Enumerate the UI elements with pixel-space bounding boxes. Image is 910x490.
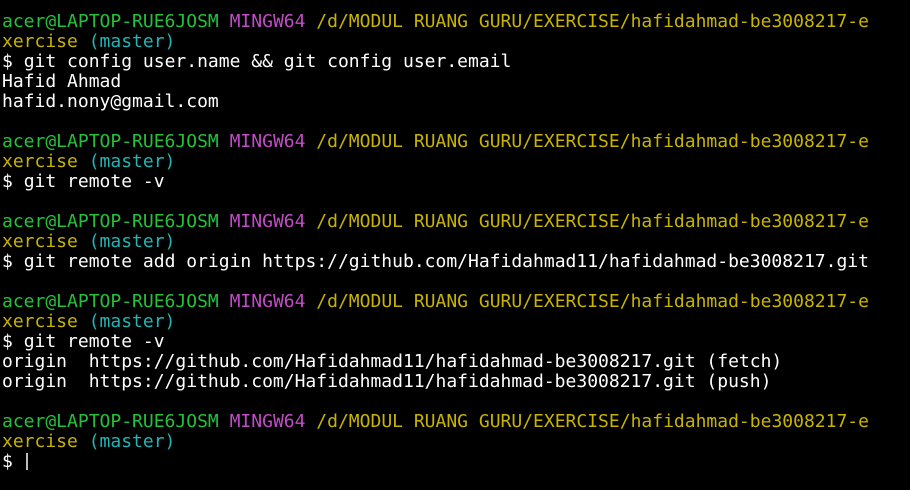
prompt-path-continued: xercise xyxy=(2,231,78,252)
prompt-symbol: $ xyxy=(2,331,13,352)
prompt-line-wrap: xercise (master) xyxy=(2,312,910,332)
prompt-line: acer@LAPTOP-RUE6JOSM MINGW64 /d/MODUL RU… xyxy=(2,12,910,32)
prompt-line: acer@LAPTOP-RUE6JOSM MINGW64 /d/MODUL RU… xyxy=(2,412,910,432)
prompt-user-host: acer@LAPTOP-RUE6JOSM xyxy=(2,411,219,432)
prompt-system: MINGW64 xyxy=(229,291,306,312)
prompt-user-host: acer@LAPTOP-RUE6JOSM xyxy=(2,131,219,152)
prompt-line-wrap: xercise (master) xyxy=(2,432,910,452)
terminal-window[interactable]: acer@LAPTOP-RUE6JOSM MINGW64 /d/MODUL RU… xyxy=(0,0,910,490)
prompt-path-continued: xercise xyxy=(2,31,78,52)
command-line: $ xyxy=(2,452,910,472)
prompt-branch: (master) xyxy=(88,431,176,452)
output-text: hafid.nony@gmail.com xyxy=(2,91,219,112)
prompt-path-continued: xercise xyxy=(2,431,78,452)
output-line: origin https://github.com/Hafidahmad11/h… xyxy=(2,372,910,392)
prompt-symbol: $ xyxy=(2,171,13,192)
output-line: origin https://github.com/Hafidahmad11/h… xyxy=(2,352,910,372)
text-cursor[interactable] xyxy=(25,453,28,470)
prompt-path: /d/MODUL RUANG GURU/EXERCISE/hafidahmad-… xyxy=(316,411,869,432)
prompt-line-wrap: xercise (master) xyxy=(2,152,910,172)
command-text: git config user.name && git config user.… xyxy=(23,51,512,72)
prompt-line: acer@LAPTOP-RUE6JOSM MINGW64 /d/MODUL RU… xyxy=(2,132,910,152)
output-text: Hafid Ahmad xyxy=(2,71,122,92)
prompt-line: acer@LAPTOP-RUE6JOSM MINGW64 /d/MODUL RU… xyxy=(2,212,910,232)
command-line: $ git remote add origin https://github.c… xyxy=(2,252,910,272)
prompt-path-continued: xercise xyxy=(2,311,78,332)
prompt-path: /d/MODUL RUANG GURU/EXERCISE/hafidahmad-… xyxy=(316,131,869,152)
command-line: $ git config user.name && git config use… xyxy=(2,52,910,72)
prompt-user-host: acer@LAPTOP-RUE6JOSM xyxy=(2,11,219,32)
command-line: $ git remote -v xyxy=(2,172,910,192)
prompt-branch: (master) xyxy=(88,311,176,332)
command-text: git remote -v xyxy=(23,331,165,352)
prompt-path: /d/MODUL RUANG GURU/EXERCISE/hafidahmad-… xyxy=(316,291,869,312)
prompt-line: acer@LAPTOP-RUE6JOSM MINGW64 /d/MODUL RU… xyxy=(2,292,910,312)
prompt-symbol: $ xyxy=(2,451,13,472)
output-text: origin https://github.com/Hafidahmad11/h… xyxy=(2,351,783,372)
prompt-path: /d/MODUL RUANG GURU/EXERCISE/hafidahmad-… xyxy=(316,11,869,32)
prompt-system: MINGW64 xyxy=(229,211,306,232)
prompt-branch: (master) xyxy=(88,31,176,52)
prompt-user-host: acer@LAPTOP-RUE6JOSM xyxy=(2,291,219,312)
output-line: Hafid Ahmad xyxy=(2,72,910,92)
prompt-system: MINGW64 xyxy=(229,411,306,432)
command-line: $ git remote -v xyxy=(2,332,910,352)
prompt-system: MINGW64 xyxy=(229,131,306,152)
output-text: origin https://github.com/Hafidahmad11/h… xyxy=(2,371,772,392)
prompt-symbol: $ xyxy=(2,51,13,72)
command-text: git remote -v xyxy=(23,171,165,192)
prompt-branch: (master) xyxy=(88,151,176,172)
prompt-user-host: acer@LAPTOP-RUE6JOSM xyxy=(2,211,219,232)
command-text: git remote add origin https://github.com… xyxy=(23,251,869,272)
prompt-symbol: $ xyxy=(2,251,13,272)
prompt-system: MINGW64 xyxy=(229,11,306,32)
prompt-line-wrap: xercise (master) xyxy=(2,232,910,252)
prompt-path: /d/MODUL RUANG GURU/EXERCISE/hafidahmad-… xyxy=(316,211,869,232)
prompt-line-wrap: xercise (master) xyxy=(2,32,910,52)
prompt-path-continued: xercise xyxy=(2,151,78,172)
output-line: hafid.nony@gmail.com xyxy=(2,92,910,112)
prompt-branch: (master) xyxy=(88,231,176,252)
